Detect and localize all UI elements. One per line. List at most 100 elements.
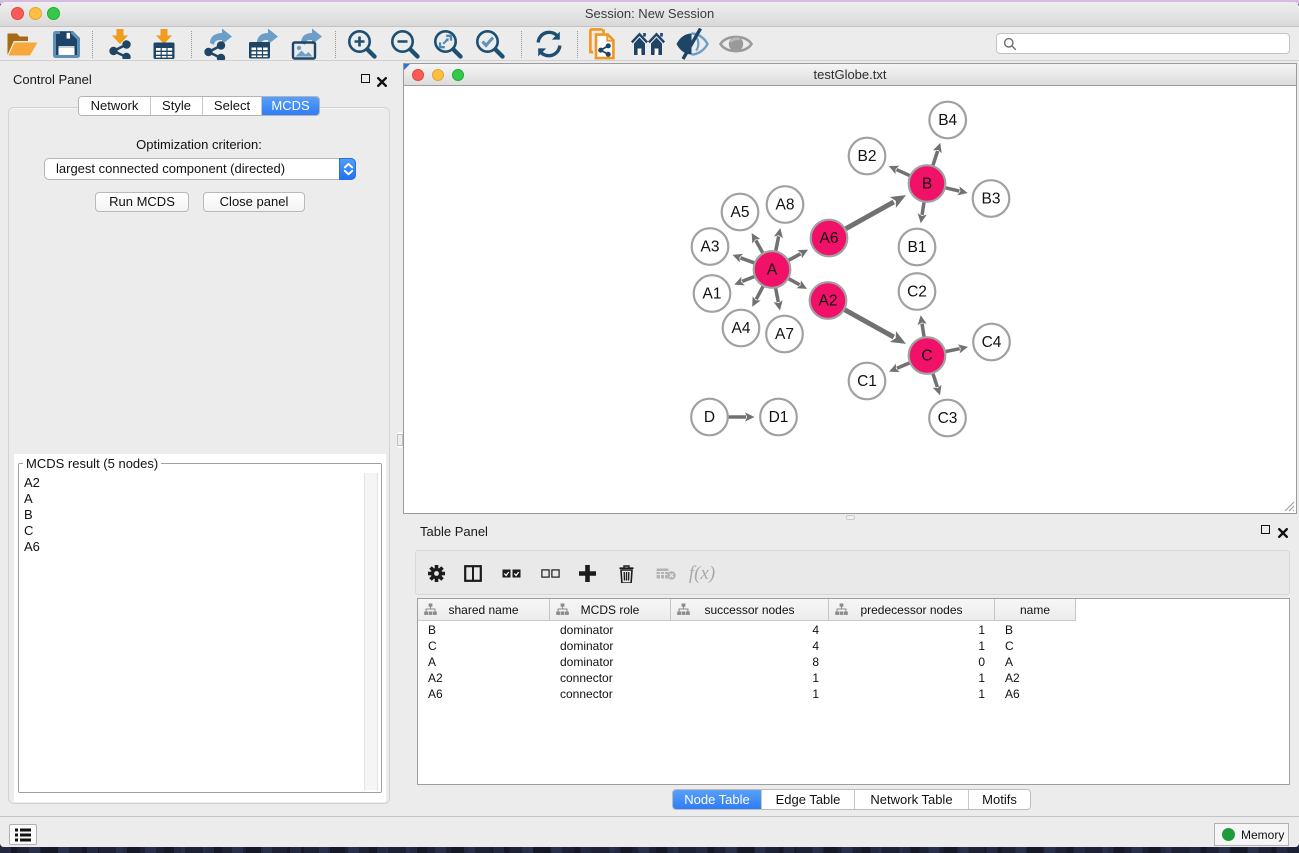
- edge-A2-C[interactable]: [844, 309, 894, 337]
- desktop-background: Session: New Session: [0, 0, 1299, 853]
- table-panel-float-icon[interactable]: [1261, 525, 1270, 534]
- edge-A-A3[interactable]: [740, 258, 754, 263]
- optimization-criterion-label: Optimization criterion:: [9, 137, 389, 152]
- tab-edge-table[interactable]: Edge Table: [762, 790, 855, 809]
- result-item[interactable]: B: [19, 507, 359, 523]
- table-panel-title: Table Panel: [420, 524, 488, 539]
- clone-network-icon: [588, 28, 620, 60]
- table-row[interactable]: Adominator80A: [418, 654, 1078, 670]
- unchecked-boxes-icon: [541, 569, 560, 578]
- edge-A-A6[interactable]: [788, 254, 800, 261]
- function-builder-button-disabled[interactable]: f(x): [687, 551, 717, 596]
- hide-details-button[interactable]: [675, 27, 709, 61]
- toggle-panes-button[interactable]: [463, 551, 483, 596]
- table-row[interactable]: A6connector11A6: [418, 686, 1078, 702]
- tab-network-table[interactable]: Network Table: [855, 790, 969, 809]
- table-row[interactable]: A2connector11A2: [418, 670, 1078, 686]
- home-layout-button[interactable]: [631, 27, 665, 61]
- delete-column-button[interactable]: [616, 551, 636, 596]
- table-row[interactable]: Cdominator41C: [418, 638, 1078, 654]
- refresh-icon: [533, 29, 565, 59]
- save-session-button[interactable]: [49, 27, 83, 61]
- node-label-A7: A7: [775, 326, 794, 343]
- export-image-button[interactable]: [290, 27, 324, 61]
- import-table-button[interactable]: [147, 27, 181, 61]
- tab-style[interactable]: Style: [151, 97, 203, 115]
- resize-grip-icon[interactable]: [1283, 500, 1295, 512]
- edge-C-C4[interactable]: [945, 349, 960, 352]
- table-header: shared nameMCDS rolesuccessor nodesprede…: [418, 599, 1076, 621]
- network-canvas[interactable]: B4B2BB3B1A5A8A6A3AA1C2A2A4A7C4CC1C3DD1: [404, 86, 1296, 513]
- column-header-predecessor-nodes[interactable]: predecessor nodes: [829, 599, 995, 621]
- mcds-panel: Optimization criterion: largest connecte…: [8, 107, 390, 804]
- tab-network[interactable]: Network: [79, 97, 151, 115]
- add-column-button[interactable]: [577, 551, 597, 596]
- result-item[interactable]: A2: [19, 475, 359, 491]
- search-input[interactable]: [1021, 35, 1281, 52]
- column-header-shared-name[interactable]: shared name: [418, 599, 550, 621]
- node-label-C: C: [921, 348, 932, 365]
- zoom-out-button[interactable]: [389, 27, 421, 61]
- column-header-successor-nodes[interactable]: successor nodes: [671, 599, 829, 621]
- deselect-all-button[interactable]: [539, 551, 561, 596]
- cell-predecessor-nodes: 1: [829, 638, 995, 654]
- edge-B-B2[interactable]: [897, 170, 911, 176]
- control-panel-close-icon[interactable]: [377, 74, 387, 84]
- result-item[interactable]: A: [19, 491, 359, 507]
- criterion-dropdown[interactable]: largest connected component (directed): [44, 158, 356, 180]
- task-history-button[interactable]: [9, 824, 37, 845]
- desktop-wallpaper-texture: [0, 846, 1299, 853]
- fx-icon: f(x): [689, 563, 715, 585]
- zoom-fit-button[interactable]: [432, 27, 464, 61]
- zoom-in-button[interactable]: [345, 27, 379, 61]
- table-panel-close-icon[interactable]: [1278, 525, 1288, 535]
- tab-mcds[interactable]: MCDS: [262, 97, 319, 115]
- result-scrollbar[interactable]: [364, 473, 378, 790]
- edge-A-A2[interactable]: [788, 278, 799, 284]
- mcds-result-list[interactable]: A2ABCA6: [19, 464, 381, 792]
- import-network-button[interactable]: [103, 27, 137, 61]
- export-table-button[interactable]: [246, 27, 280, 61]
- export-network-button[interactable]: [202, 27, 236, 61]
- show-details-button[interactable]: [719, 27, 753, 61]
- refresh-button[interactable]: [533, 27, 565, 61]
- edge-A-A7[interactable]: [776, 288, 779, 302]
- node-label-A6: A6: [820, 230, 839, 247]
- delete-table-button-disabled[interactable]: [655, 551, 677, 596]
- edge-C-C2[interactable]: [922, 324, 924, 338]
- cell-predecessor-nodes: 1: [829, 670, 995, 686]
- cell-MCDS-role: connector: [550, 670, 671, 686]
- table-row[interactable]: Bdominator41B: [418, 622, 1078, 638]
- search-box[interactable]: [996, 33, 1290, 54]
- edge-A-A8[interactable]: [776, 236, 779, 251]
- list-icon: [15, 828, 31, 842]
- cell-predecessor-nodes: 0: [829, 654, 995, 670]
- column-header-MCDS-role[interactable]: MCDS role: [550, 599, 671, 621]
- edge-A6-B[interactable]: [845, 202, 894, 229]
- edge-C-C3[interactable]: [933, 373, 938, 387]
- clone-network-button[interactable]: [587, 27, 621, 61]
- edge-B-B1[interactable]: [922, 202, 924, 215]
- edge-A-A5[interactable]: [756, 240, 763, 253]
- tab-motifs[interactable]: Motifs: [969, 790, 1030, 809]
- import-table-icon: [147, 29, 181, 59]
- memory-button[interactable]: Memory: [1214, 823, 1289, 846]
- edge-B-B3[interactable]: [945, 188, 959, 191]
- open-session-button[interactable]: [5, 27, 39, 61]
- edge-B-B4[interactable]: [933, 151, 938, 166]
- zoom-selected-button[interactable]: [474, 27, 506, 61]
- edge-C-C1[interactable]: [897, 363, 910, 369]
- select-all-button[interactable]: [500, 551, 522, 596]
- edge-A-A4[interactable]: [756, 286, 763, 299]
- table-settings-button[interactable]: [426, 551, 446, 596]
- close-panel-button[interactable]: Close panel: [203, 192, 305, 212]
- result-item[interactable]: A6: [19, 539, 359, 555]
- node-label-C4: C4: [982, 334, 1002, 351]
- run-mcds-button[interactable]: Run MCDS: [95, 192, 189, 212]
- edge-A-A1[interactable]: [742, 276, 755, 281]
- result-item[interactable]: C: [19, 523, 359, 539]
- tab-select[interactable]: Select: [203, 97, 262, 115]
- control-panel-float-icon[interactable]: [361, 74, 370, 83]
- tab-node-table[interactable]: Node Table: [673, 790, 762, 809]
- column-header-name[interactable]: name: [995, 599, 1076, 621]
